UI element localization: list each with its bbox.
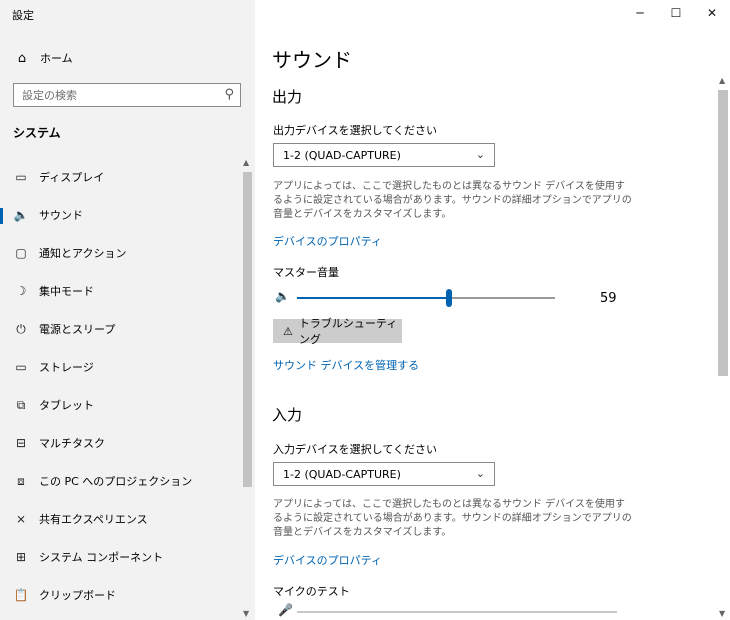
sidebar-item-label: マルチタスク xyxy=(39,437,105,450)
sidebar-item-label: サウンド xyxy=(39,209,83,222)
output-properties-link[interactable]: デバイスのプロパティ xyxy=(273,233,382,249)
scroll-up-icon[interactable]: ▲ xyxy=(719,76,725,85)
manage-devices-link[interactable]: サウンド デバイスを管理する xyxy=(273,357,419,373)
minimize-button[interactable]: ─ xyxy=(622,0,658,26)
sidebar-item-power[interactable]: ⏻ 電源とスリープ xyxy=(0,310,240,348)
search-icon: ⚲ xyxy=(224,87,234,102)
maximize-button[interactable]: ☐ xyxy=(658,0,694,26)
tablet-icon: ⧉ xyxy=(16,397,26,412)
mic-test-meter: 🎤 xyxy=(275,603,625,620)
chevron-down-icon: ⌄ xyxy=(475,467,485,480)
sidebar-item-shared[interactable]: ⨯ 共有エクスペリエンス xyxy=(0,500,240,538)
volume-value: 59 xyxy=(600,291,617,306)
input-device-dropdown[interactable]: 1-2 (QUAD-CAPTURE) ⌄ xyxy=(273,462,495,486)
sidebar-item-label: ストレージ xyxy=(39,361,94,374)
volume-thumb[interactable] xyxy=(446,289,452,307)
chevron-down-icon: ⌄ xyxy=(475,148,485,161)
output-heading: 出力 xyxy=(272,88,303,106)
sidebar-item-storage[interactable]: ▭ ストレージ xyxy=(0,348,240,386)
storage-icon: ▭ xyxy=(15,360,27,374)
sidebar-item-components[interactable]: ⊞ システム コンポーネント xyxy=(0,538,240,576)
sidebar-item-focus[interactable]: ☽ 集中モード xyxy=(0,272,240,310)
output-device-dropdown[interactable]: 1-2 (QUAD-CAPTURE) ⌄ xyxy=(273,143,495,167)
sidebar-item-notifications[interactable]: ▢ 通知とアクション xyxy=(0,234,240,272)
sidebar-item-label: 通知とアクション xyxy=(39,247,127,260)
component-icon: ⊞ xyxy=(15,550,27,564)
sidebar-item-label: クリップボード xyxy=(39,589,116,602)
page-title: サウンド xyxy=(272,48,352,72)
sidebar-item-label: 電源とスリープ xyxy=(39,323,116,336)
speaker-icon[interactable]: 🔈 xyxy=(275,289,290,303)
sidebar-item-label: この PC へのプロジェクション xyxy=(39,475,193,488)
sidebar: 設定 ⌂ ホーム 設定の検索 ⚲ システム ▭ ディスプレイ 🔈 サウンド ▢ … xyxy=(0,0,255,620)
mic-test-label: マイクのテスト xyxy=(273,585,350,598)
clipboard-icon: 📋 xyxy=(13,588,29,602)
home-nav-item[interactable]: ⌂ ホーム xyxy=(0,44,240,72)
monitor-icon: ▭ xyxy=(15,170,27,184)
sidebar-scroll-thumb[interactable] xyxy=(243,172,252,487)
microphone-icon: 🎤 xyxy=(278,603,293,617)
sidebar-item-label: ディスプレイ xyxy=(39,171,105,184)
notification-icon: ▢ xyxy=(15,246,27,260)
home-label: ホーム xyxy=(40,52,73,65)
sidebar-item-label: タブレット xyxy=(39,399,94,412)
sidebar-item-clipboard[interactable]: 📋 クリップボード xyxy=(0,576,240,614)
output-select-label: 出力デバイスを選択してください xyxy=(273,124,438,137)
sidebar-item-label: 共有エクスペリエンス xyxy=(39,513,148,526)
volume-slider[interactable]: 🔈 xyxy=(275,288,625,308)
sidebar-item-label: システム コンポーネント xyxy=(39,551,164,564)
input-description: アプリによっては、ここで選択したものとは異なるサウンド デバイスを使用するように… xyxy=(273,499,632,538)
troubleshoot-button[interactable]: ⚠ トラブルシューティング xyxy=(273,317,402,346)
sidebar-item-display[interactable]: ▭ ディスプレイ xyxy=(0,158,240,196)
troubleshoot-label: トラブルシューティング xyxy=(298,317,398,346)
output-description: アプリによっては、ここで選択したものとは異なるサウンド デバイスを使用するように… xyxy=(273,181,632,220)
warning-icon: ⚠ xyxy=(283,324,293,338)
window-title: 設定 xyxy=(12,9,34,22)
input-select-label: 入力デバイスを選択してください xyxy=(273,443,438,456)
power-icon: ⏻ xyxy=(16,321,26,336)
window-controls: ─ ☐ ✕ xyxy=(622,0,730,26)
output-device-value: 1-2 (QUAD-CAPTURE) xyxy=(283,148,401,162)
section-title: システム xyxy=(13,126,61,140)
input-device-value: 1-2 (QUAD-CAPTURE) xyxy=(283,467,401,481)
home-icon: ⌂ xyxy=(17,50,27,66)
sidebar-item-tablet[interactable]: ⧉ タブレット xyxy=(0,386,240,424)
sidebar-scrollbar[interactable]: ▲ ▼ xyxy=(240,158,254,620)
input-properties-link[interactable]: デバイスのプロパティ xyxy=(273,552,382,568)
projection-icon: ⧈ xyxy=(17,473,25,488)
multitask-icon: ⊟ xyxy=(15,436,27,450)
share-icon: ⨯ xyxy=(15,512,27,526)
main-scroll-thumb[interactable] xyxy=(718,90,728,376)
search-placeholder: 設定の検索 xyxy=(22,89,77,102)
speaker-icon: 🔈 xyxy=(13,208,29,222)
scroll-down-icon[interactable]: ▼ xyxy=(719,609,725,618)
input-heading: 入力 xyxy=(272,406,303,424)
scroll-down-icon[interactable]: ▼ xyxy=(243,609,249,618)
sidebar-item-label: 集中モード xyxy=(39,285,94,298)
sidebar-item-sound[interactable]: 🔈 サウンド xyxy=(0,196,240,234)
nav-list: ▭ ディスプレイ 🔈 サウンド ▢ 通知とアクション ☽ 集中モード ⏻ 電源と… xyxy=(0,158,240,614)
scroll-up-icon[interactable]: ▲ xyxy=(243,158,249,167)
sidebar-item-projection[interactable]: ⧈ この PC へのプロジェクション xyxy=(0,462,240,500)
search-input[interactable]: 設定の検索 ⚲ xyxy=(13,83,241,107)
main-scrollbar[interactable]: ▲ ▼ xyxy=(716,76,730,620)
mic-level-track xyxy=(297,611,617,613)
volume-fill xyxy=(297,297,449,299)
master-volume-label: マスター音量 xyxy=(273,266,339,279)
moon-icon: ☽ xyxy=(15,284,27,298)
sidebar-item-multitask[interactable]: ⊟ マルチタスク xyxy=(0,424,240,462)
close-button[interactable]: ✕ xyxy=(694,0,730,26)
